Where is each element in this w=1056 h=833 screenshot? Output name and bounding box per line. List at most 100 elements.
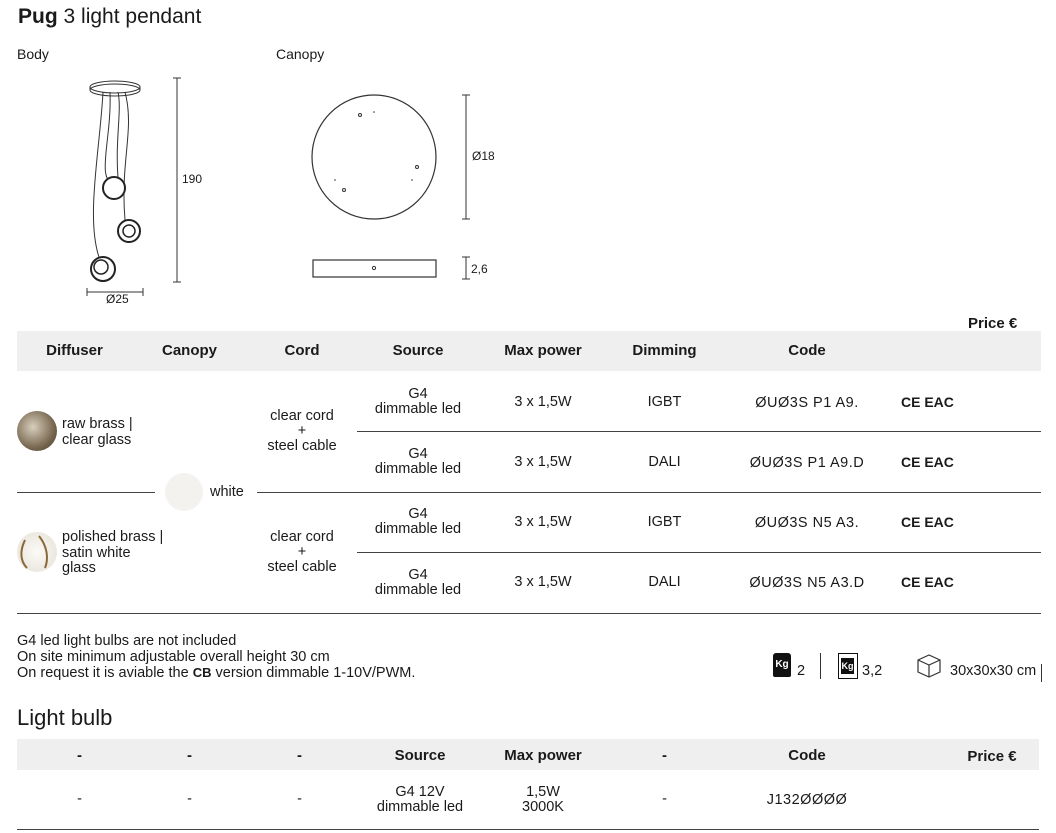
bulb-col-max-power: Max power	[504, 747, 582, 764]
diffuser-raw-brass: raw brass | clear glass	[62, 416, 133, 448]
diffuser-text: glass	[62, 560, 96, 576]
diffuser-text: clear glass	[62, 431, 132, 448]
bulb-col-2: -	[187, 747, 192, 764]
col-cord: Cord	[284, 342, 320, 359]
power-cell: 3 x 1,5W	[514, 454, 572, 470]
row-divider	[357, 431, 1041, 432]
cord-text: steel cable	[267, 438, 337, 454]
bulb-table-bottom-border	[17, 829, 1039, 830]
source-text: dimmable led	[374, 521, 462, 537]
bulb-cell: -	[297, 791, 302, 807]
bulb-code-cell: J132ØØØØ	[766, 792, 848, 808]
dimming-cell: DALI	[648, 574, 681, 590]
notes: G4 led light bulbs are not included On s…	[17, 633, 416, 682]
bulb-power-text: 3000K	[522, 799, 564, 815]
diffuser-text: polished brass |	[62, 529, 164, 545]
body-diameter-dimension: Ø25	[106, 292, 129, 306]
box-dimensions: 30x30x30 cm	[950, 663, 1037, 679]
bulb-source-cell: G4 12V dimmable led	[359, 785, 481, 815]
product-name: 3 light pendant	[63, 5, 202, 28]
bulb-power-text: 1,5W	[526, 784, 560, 800]
col-source: Source	[392, 342, 444, 359]
group-divider-left	[17, 492, 155, 493]
page-title: Pug 3 light pendant	[18, 5, 201, 29]
source-cell: G4 dimmable led	[357, 507, 479, 537]
code-cell: ØUØ3S P1 A9.	[755, 395, 859, 411]
col-canopy: Canopy	[161, 342, 217, 359]
bulb-col-source: Source	[394, 747, 446, 764]
note-line: On request it is aviable the CB version …	[17, 665, 416, 681]
canopy-diameter-dimension: Ø18	[472, 149, 495, 163]
bulb-col-1: -	[77, 747, 82, 764]
col-max-power: Max power	[504, 342, 582, 359]
gross-weight: 3,2	[862, 663, 883, 679]
group-divider-right	[257, 492, 1041, 493]
bulb-cell: -	[662, 791, 667, 807]
box-icon	[917, 654, 941, 678]
source-cell: G4 dimmable led	[357, 387, 479, 417]
bulb-table-header: - - - Source Max power - Code Price €	[17, 739, 1039, 770]
polished-brass-swatch-detail	[20, 535, 48, 569]
body-label: Body	[17, 46, 49, 62]
source-text: dimmable led	[374, 461, 462, 477]
dimming-cell: IGBT	[647, 514, 682, 530]
source-text: dimmable led	[374, 582, 462, 598]
code-cell: ØUØ3S P1 A9.D	[749, 455, 865, 471]
body-height-dimension: 190	[182, 172, 203, 186]
diffuser-text: raw brass |	[62, 416, 133, 432]
source-text: G4	[408, 567, 428, 583]
gross-weight-kg-label: Kg	[841, 658, 854, 674]
source-cell: G4 dimmable led	[357, 447, 479, 477]
certification-icon: CE EAC	[901, 394, 954, 410]
bulb-col-code: Code	[788, 747, 826, 764]
table-bottom-border	[17, 613, 1041, 614]
bulb-source-text: G4 12V	[395, 784, 445, 800]
code-cell: ØUØ3S N5 A3.	[754, 515, 860, 531]
table-header: Diffuser Canopy Cord Source Max power Di…	[17, 331, 1041, 371]
brand-name: Pug	[18, 5, 58, 28]
bulb-power-cell: 1,5W 3000K	[479, 785, 607, 815]
power-cell: 3 x 1,5W	[514, 514, 572, 530]
source-text: G4	[408, 446, 428, 462]
canopy-label: Canopy	[276, 46, 325, 62]
certification-icon: CE EAC	[901, 514, 954, 530]
row-divider	[357, 552, 1041, 553]
note-line: G4 led light bulbs are not included	[17, 633, 237, 649]
bulb-col-6: -	[662, 747, 667, 764]
diffuser-text: satin white	[62, 544, 131, 561]
power-cell: 3 x 1,5W	[514, 394, 572, 410]
raw-brass-swatch	[17, 411, 57, 451]
white-canopy-swatch	[165, 473, 203, 511]
cord-group-1: clear cord + steel cable	[247, 409, 357, 454]
cord-text: +	[297, 423, 307, 439]
cord-text: steel cable	[267, 559, 337, 575]
diffuser-polished-brass: polished brass | satin white glass	[62, 529, 164, 577]
canopy-drawing	[311, 94, 470, 280]
body-drawing	[86, 77, 181, 296]
source-text: G4	[408, 386, 428, 402]
cord-group-2: clear cord + steel cable	[247, 530, 357, 575]
cb-logo-icon: CB	[192, 665, 212, 680]
bulb-col-price: Price €	[967, 748, 1017, 765]
certification-icon: CE EAC	[901, 574, 954, 590]
gross-weight-icon: Kg	[838, 653, 858, 679]
bulb-cell: -	[187, 791, 192, 807]
note-line: On site minimum adjustable overall heigh…	[17, 648, 330, 665]
source-text: dimmable led	[374, 401, 462, 417]
power-cell: 3 x 1,5W	[514, 574, 572, 590]
bulb-cell: -	[77, 791, 82, 807]
certification-icon: CE EAC	[901, 454, 954, 470]
cord-text: clear cord	[270, 529, 334, 545]
cord-text: clear cord	[270, 408, 334, 424]
col-dimming: Dimming	[632, 342, 697, 359]
price-header: Price €	[968, 315, 1018, 332]
text-cursor	[1041, 664, 1042, 682]
source-text: G4	[408, 506, 428, 522]
source-cell: G4 dimmable led	[357, 568, 479, 598]
net-weight-icon: Kg	[773, 653, 791, 677]
dimming-cell: DALI	[648, 454, 681, 470]
divider	[820, 653, 821, 679]
net-weight: 2	[797, 663, 806, 679]
canopy-white: white	[210, 484, 244, 500]
light-bulb-title: Light bulb	[17, 705, 113, 730]
